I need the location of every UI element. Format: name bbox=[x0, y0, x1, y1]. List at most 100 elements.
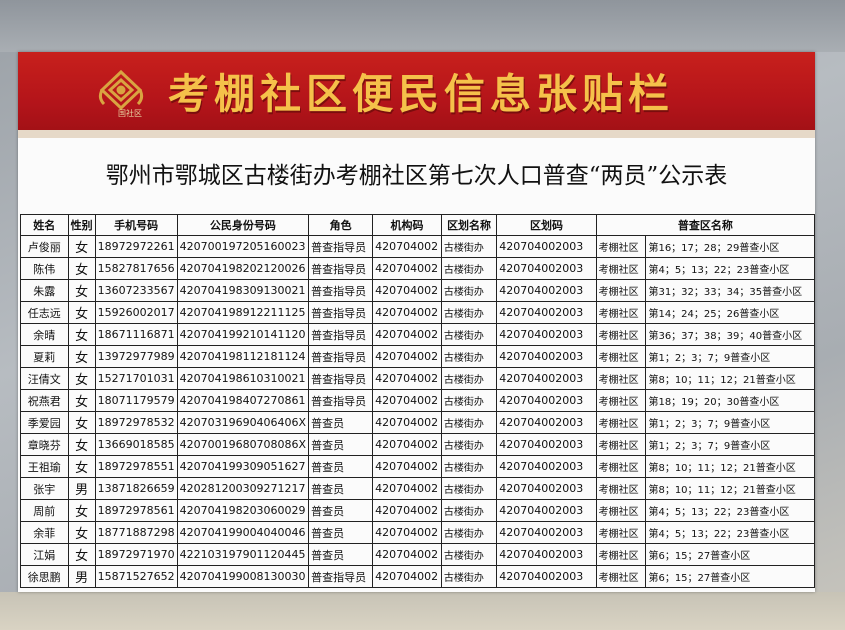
cell-org-code: 420704002 bbox=[372, 345, 442, 368]
cell-role: 普查员 bbox=[308, 477, 374, 500]
cell-phone: 13871826659 bbox=[94, 477, 178, 500]
header-district-code: 区划码 bbox=[496, 214, 597, 236]
census-table: 姓名 性别 手机号码 公民身份号码 角色 机构码 区划名称 区划码 普查区名称 … bbox=[20, 214, 815, 588]
cell-district-code: 420704002003 bbox=[496, 301, 597, 324]
cell-role: 普查员 bbox=[308, 455, 374, 478]
cell-sex: 女 bbox=[67, 367, 96, 390]
cell-district-name: 古楼街办 bbox=[440, 301, 498, 324]
cell-community: 考棚社区 bbox=[595, 543, 647, 566]
cell-sex: 男 bbox=[67, 565, 96, 588]
header-sex: 性别 bbox=[67, 214, 96, 236]
cell-role: 普查指导员 bbox=[308, 301, 374, 324]
table-row: 任志远女 15926002017 420704198912211125 普查指导员 42… bbox=[20, 301, 815, 324]
table-row: 王祖瑜女 18972978551 420704199309051627 普查员 4207… bbox=[20, 455, 815, 478]
cell-district-code: 420704002003 bbox=[496, 411, 597, 434]
banner-title: 考棚社区便民信息张贴栏 bbox=[168, 70, 674, 118]
cell-community: 考棚社区 bbox=[595, 455, 647, 478]
cell-census-area: 第18；19；20；30普查小区 bbox=[645, 389, 815, 412]
cell-sex: 女 bbox=[67, 543, 96, 566]
cell-district-code: 420704002003 bbox=[496, 367, 597, 390]
cell-name: 夏莉 bbox=[20, 345, 69, 368]
cell-district-name: 古楼街办 bbox=[440, 345, 498, 368]
cell-id-number: 420704198912211125 bbox=[176, 301, 310, 324]
cell-census-area: 第36；37；38；39；40普查小区 bbox=[645, 323, 815, 346]
table-header-row: 姓名 性别 手机号码 公民身份号码 角色 机构码 区划名称 区划码 普查区名称 bbox=[20, 214, 815, 236]
cell-district-name: 古楼街办 bbox=[440, 521, 498, 544]
cell-org-code: 420704002 bbox=[372, 411, 442, 434]
cell-community: 考棚社区 bbox=[595, 477, 647, 500]
cell-district-code: 420704002003 bbox=[496, 433, 597, 456]
cell-role: 普查员 bbox=[308, 433, 374, 456]
cell-census-area: 第14；24；25；26普查小区 bbox=[645, 301, 815, 324]
cell-phone: 18071179579 bbox=[94, 389, 178, 412]
cell-name: 余菲 bbox=[20, 521, 69, 544]
cell-phone: 18972978551 bbox=[94, 455, 178, 478]
cell-district-code: 420704002003 bbox=[496, 345, 597, 368]
notice-board: 国社区 考棚社区便民信息张贴栏 鄂州市鄂城区古楼街办考棚社区第七次人口普查“两员… bbox=[18, 52, 815, 592]
cell-census-area: 第6；15；27普查小区 bbox=[645, 543, 815, 566]
cell-name: 王祖瑜 bbox=[20, 455, 69, 478]
cell-district-code: 420704002003 bbox=[496, 477, 597, 500]
cell-org-code: 420704002 bbox=[372, 543, 442, 566]
cell-census-area: 第4；5；13；22；23普查小区 bbox=[645, 499, 815, 522]
cell-community: 考棚社区 bbox=[595, 433, 647, 456]
cell-org-code: 420704002 bbox=[372, 455, 442, 478]
cell-id-number: 420704198610310021 bbox=[176, 367, 310, 390]
cell-role: 普查指导员 bbox=[308, 389, 374, 412]
cell-sex: 男 bbox=[67, 477, 96, 500]
cell-sex: 女 bbox=[67, 279, 96, 302]
cell-role: 普查指导员 bbox=[308, 323, 374, 346]
cell-name: 汪倩文 bbox=[20, 367, 69, 390]
cell-org-code: 420704002 bbox=[372, 323, 442, 346]
cell-community: 考棚社区 bbox=[595, 345, 647, 368]
cell-district-name: 古楼街办 bbox=[440, 279, 498, 302]
cell-district-name: 古楼街办 bbox=[440, 389, 498, 412]
table-row: 余晴女 18671116871 420704199210141120 普查指导员 420… bbox=[20, 323, 815, 346]
cell-id-number: 42070019680708086X bbox=[176, 433, 310, 456]
cell-district-name: 古楼街办 bbox=[440, 565, 498, 588]
cell-role: 普查指导员 bbox=[308, 235, 374, 258]
cell-org-code: 420704002 bbox=[372, 433, 442, 456]
banner-stripe bbox=[18, 130, 815, 138]
cell-id-number: 420704198309130021 bbox=[176, 279, 310, 302]
cell-id-number: 42070319690406406X bbox=[176, 411, 310, 434]
logo-text: 国社区 bbox=[118, 109, 142, 118]
cell-district-name: 古楼街办 bbox=[440, 411, 498, 434]
cell-phone: 18972978532 bbox=[94, 411, 178, 434]
cell-phone: 15827817656 bbox=[94, 257, 178, 280]
cell-sex: 女 bbox=[67, 455, 96, 478]
cell-role: 普查指导员 bbox=[308, 565, 374, 588]
cell-district-name: 古楼街办 bbox=[440, 323, 498, 346]
cell-census-area: 第6；15；27普查小区 bbox=[645, 565, 815, 588]
cell-phone: 18771887298 bbox=[94, 521, 178, 544]
cell-name: 任志远 bbox=[20, 301, 69, 324]
cell-org-code: 420704002 bbox=[372, 301, 442, 324]
cell-sex: 女 bbox=[67, 301, 96, 324]
cell-phone: 18671116871 bbox=[94, 323, 178, 346]
cell-org-code: 420704002 bbox=[372, 477, 442, 500]
cell-census-area: 第8；10；11；12；21普查小区 bbox=[645, 477, 815, 500]
cell-district-name: 古楼街办 bbox=[440, 367, 498, 390]
cell-community: 考棚社区 bbox=[595, 323, 647, 346]
cell-org-code: 420704002 bbox=[372, 279, 442, 302]
cell-id-number: 420704198407270861 bbox=[176, 389, 310, 412]
cell-phone: 15271701031 bbox=[94, 367, 178, 390]
cell-district-name: 古楼街办 bbox=[440, 477, 498, 500]
cell-district-code: 420704002003 bbox=[496, 235, 597, 258]
cell-district-name: 古楼街办 bbox=[440, 235, 498, 258]
table-row: 季爱园女 18972978532 42070319690406406X 普查员 4207… bbox=[20, 411, 815, 434]
document-title: 鄂州市鄂城区古楼街办考棚社区第七次人口普查“两员”公示表 bbox=[105, 163, 728, 189]
cell-district-name: 古楼街办 bbox=[440, 433, 498, 456]
cell-name: 朱露 bbox=[20, 279, 69, 302]
cell-role: 普查员 bbox=[308, 411, 374, 434]
header-phone: 手机号码 bbox=[94, 214, 178, 236]
cell-id-number: 422103197901120445 bbox=[176, 543, 310, 566]
cell-census-area: 第4；5；13；22；23普查小区 bbox=[645, 521, 815, 544]
cell-org-code: 420704002 bbox=[372, 235, 442, 258]
wall-bottom bbox=[0, 592, 845, 630]
table-row: 章晓芬女 13669018585 42070019680708086X 普查员 4207… bbox=[20, 433, 815, 456]
cell-sex: 女 bbox=[67, 323, 96, 346]
cell-sex: 女 bbox=[67, 411, 96, 434]
cell-district-code: 420704002003 bbox=[496, 521, 597, 544]
cell-sex: 女 bbox=[67, 433, 96, 456]
